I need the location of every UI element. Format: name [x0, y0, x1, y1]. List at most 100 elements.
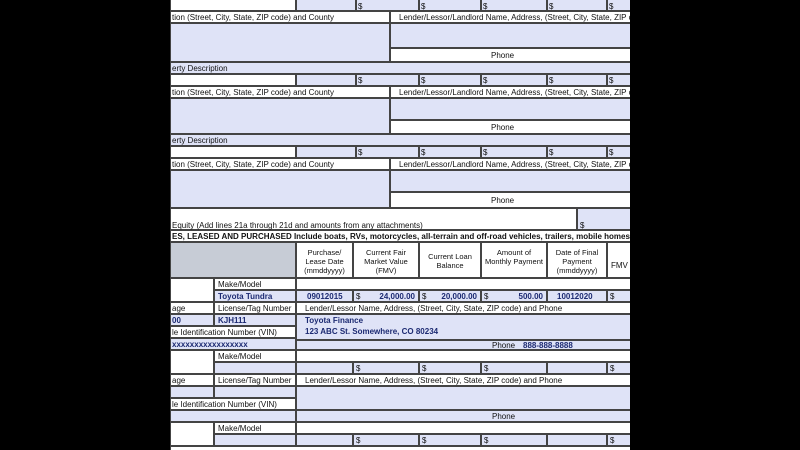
fmv-field[interactable]: $: [353, 362, 419, 374]
value-field[interactable]: [419, 146, 481, 158]
value-field[interactable]: [419, 74, 481, 86]
license-tag-label-cell: License/Tag Number: [214, 374, 296, 386]
vehicle-label-cell: [170, 278, 214, 302]
monthly-payment-value: 500.00: [518, 292, 543, 301]
value-cell: [170, 146, 296, 158]
make-model-label: Make/Model: [218, 280, 262, 289]
dollar-sign: $: [484, 364, 489, 373]
final-payment-date-field[interactable]: 10012020: [547, 290, 607, 302]
final-payment-date-field[interactable]: [547, 362, 607, 374]
purchase-date-value: 09012015: [307, 292, 343, 301]
monthly-payment-field[interactable]: $: [481, 434, 547, 446]
value-field[interactable]: [419, 0, 481, 11]
value-field[interactable]: [481, 74, 547, 86]
monthly-payment-field[interactable]: $: [481, 362, 547, 374]
mileage-value: 00: [172, 316, 181, 325]
dollar-sign: $: [610, 364, 615, 373]
license-tag-field[interactable]: [214, 386, 296, 398]
mileage-field[interactable]: 00: [170, 314, 214, 326]
monthly-payment-field[interactable]: $ 500.00: [481, 290, 547, 302]
value-field[interactable]: [356, 0, 419, 11]
property-description-field[interactable]: erty Description: [170, 62, 630, 74]
license-tag-field[interactable]: KJH111: [214, 314, 296, 326]
address-label-cell: tion (Street, City, State, ZIP code) and…: [170, 11, 390, 23]
column-header-monthly-payment: Amount of Monthly Payment: [481, 242, 547, 278]
column-header-text: Date of Final Payment (mmddyyyy): [555, 248, 599, 275]
mileage-label-cell: age: [170, 374, 214, 386]
dollar-sign: $: [483, 148, 488, 157]
vin-field[interactable]: xxxxxxxxxxxxxxxxx: [170, 338, 296, 350]
dollar-sign: $: [549, 148, 554, 157]
column-header-text: FMV: [611, 261, 628, 270]
make-model-label-cell: Make/Model: [214, 422, 296, 434]
value-field[interactable]: [481, 146, 547, 158]
lender-lessor-label: Lender/Lessor Name, Address, (Street, Ci…: [305, 304, 563, 313]
dollar-sign: $: [610, 436, 615, 445]
value-field[interactable]: [481, 0, 547, 11]
make-model-label: Make/Model: [218, 352, 262, 361]
make-model-field[interactable]: [214, 362, 296, 374]
purchase-date-field[interactable]: [296, 362, 353, 374]
value-field[interactable]: [547, 74, 607, 86]
lender-phone-field[interactable]: Phone 888-888-8888: [296, 340, 630, 350]
phone-label: Phone: [491, 196, 515, 205]
lender-name-address-field[interactable]: [390, 170, 630, 192]
license-tag-label-cell: License/Tag Number: [214, 302, 296, 314]
loan-balance-field[interactable]: $: [419, 434, 481, 446]
vehicle-value-row-top: [296, 422, 630, 434]
lender-label-cell: Lender/Lessor/Landlord Name, Address, (S…: [390, 86, 630, 98]
value-field[interactable]: [296, 0, 356, 11]
license-tag-value: KJH111: [218, 316, 247, 325]
lender-phone-field[interactable]: Phone: [296, 410, 630, 422]
address-label-cell: tion (Street, City, State, ZIP code) and…: [170, 86, 390, 98]
dollar-sign: $: [422, 364, 427, 373]
fmv-minus-field[interactable]: $: [607, 434, 630, 446]
dollar-sign: $: [422, 292, 427, 301]
value-field[interactable]: [296, 146, 356, 158]
equity-total-field[interactable]: $: [577, 208, 630, 230]
lender-name-address-field[interactable]: [390, 23, 630, 48]
dollar-sign: $: [483, 76, 488, 85]
dollar-sign: $: [484, 436, 489, 445]
value-field[interactable]: [547, 0, 607, 11]
dollar-sign: $: [549, 76, 554, 85]
mileage-field[interactable]: [170, 386, 214, 398]
vin-field[interactable]: [170, 410, 296, 422]
fmv-field[interactable]: $ 24,000.00: [353, 290, 419, 302]
property-description-field[interactable]: erty Description: [170, 134, 630, 146]
vehicle-header-shaded: [170, 242, 296, 278]
property-address-field[interactable]: [170, 170, 390, 208]
final-payment-date-field[interactable]: [547, 434, 607, 446]
equity-row: Equity (Add lines 21a through 21d and am…: [170, 208, 577, 230]
mileage-label-cell: age: [170, 302, 214, 314]
purchase-date-field[interactable]: [296, 434, 353, 446]
property-address-field[interactable]: [170, 23, 390, 62]
property-address-field[interactable]: [170, 98, 390, 134]
value-field[interactable]: [547, 146, 607, 158]
fmv-minus-field[interactable]: $: [607, 362, 630, 374]
loan-balance-field[interactable]: $ 20,000.00: [419, 290, 481, 302]
make-model-field[interactable]: Toyota Tundra: [214, 290, 296, 302]
value-field[interactable]: [356, 146, 419, 158]
lender-lessor-field[interactable]: [296, 386, 630, 410]
lender-name-address-field[interactable]: [390, 98, 630, 120]
purchase-date-field[interactable]: 09012015: [296, 290, 353, 302]
make-model-label-cell: Make/Model: [214, 350, 296, 362]
make-model-field[interactable]: [214, 434, 296, 446]
phone-cell: Phone: [390, 120, 630, 134]
loan-balance-field[interactable]: $: [419, 362, 481, 374]
lender-label-cell: Lender/Lessor/Landlord Name, Address, (S…: [390, 158, 630, 170]
lender-lessor-label-cell: Lender/Lessor Name, Address, (Street, Ci…: [296, 374, 630, 386]
fmv-minus-field[interactable]: $: [607, 290, 630, 302]
vin-label-cell: le Identification Number (VIN): [170, 326, 296, 338]
value-field[interactable]: [356, 74, 419, 86]
column-header-text: Amount of Monthly Payment: [485, 248, 543, 266]
lender-lessor-landlord-label: Lender/Lessor/Landlord Name, Address, (S…: [399, 160, 630, 169]
fmv-field[interactable]: $: [353, 434, 419, 446]
phone-label: Phone: [491, 123, 515, 132]
vehicle-value-row-top: [296, 278, 630, 290]
lender-lessor-field[interactable]: Toyota Finance 123 ABC St. Somewhere, CO…: [296, 314, 630, 340]
value-field[interactable]: [296, 74, 356, 86]
column-header-loan-balance: Current Loan Balance: [419, 242, 481, 278]
dollar-sign: $: [421, 148, 426, 157]
